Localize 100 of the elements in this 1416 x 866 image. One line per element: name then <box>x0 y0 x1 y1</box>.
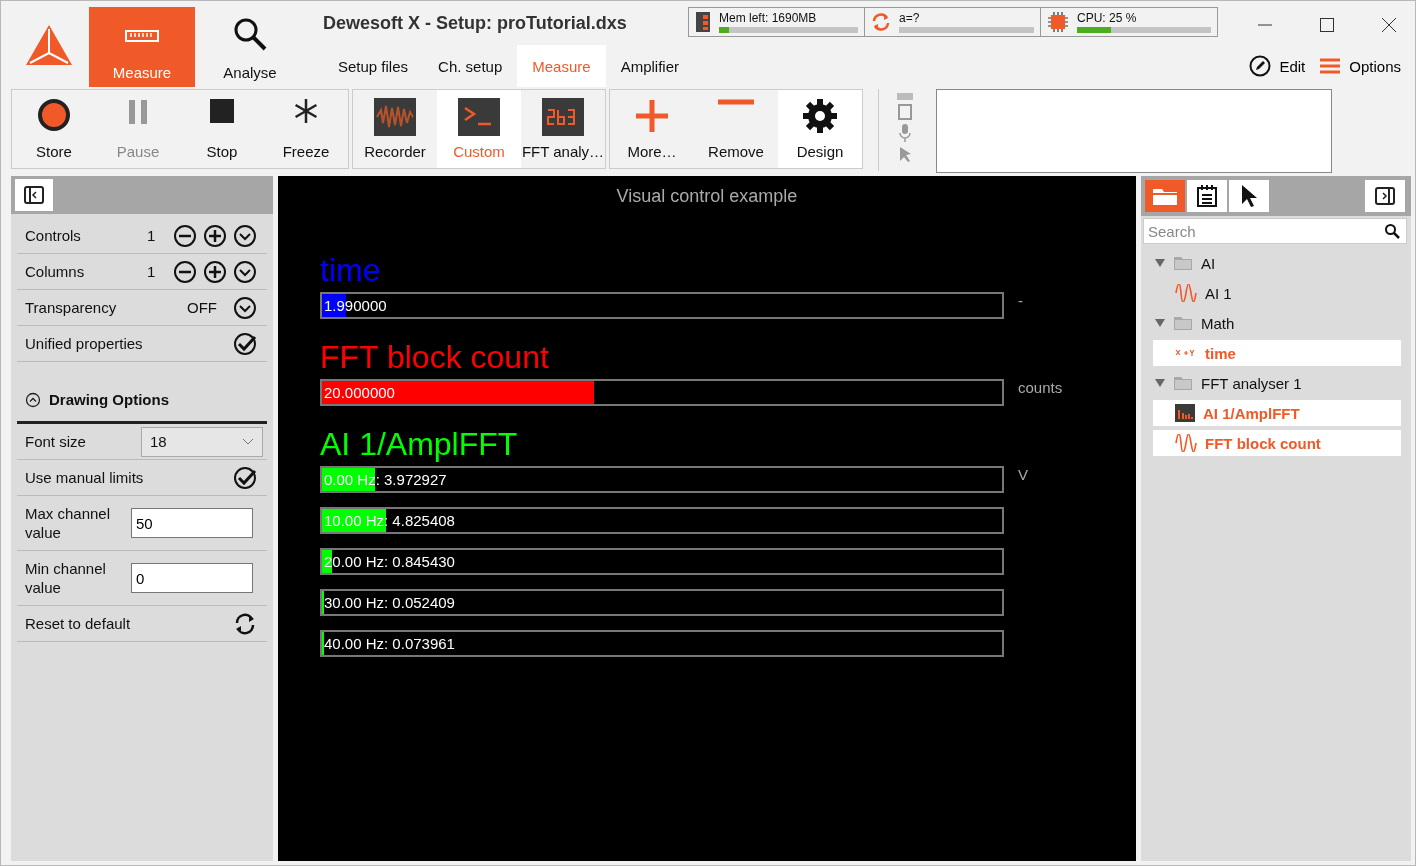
menu-icon <box>1319 57 1342 75</box>
toolbar-button[interactable]: FFT analy… <box>521 90 605 168</box>
property-label: Unified properties <box>25 334 144 353</box>
input-field[interactable]: 0 <box>131 563 253 593</box>
plus-circle-icon[interactable] <box>203 259 227 284</box>
side-tool-icons-drawing[interactable] <box>896 91 914 163</box>
property-value: 1 <box>147 263 157 280</box>
property-label: Transparency <box>25 298 118 317</box>
sidebar-collapse-icon <box>1375 187 1395 205</box>
toolbar-button[interactable]: Stop <box>180 90 264 168</box>
meter-label: CPU: 25 % <box>1077 11 1138 25</box>
folder-icon <box>1173 255 1193 271</box>
plus-circle-icon[interactable] <box>203 223 227 248</box>
tree-item[interactable]: AI <box>1153 250 1401 276</box>
spectrum-icon <box>1175 404 1195 422</box>
notepad-icon <box>1196 184 1218 208</box>
unit-label: V <box>1018 466 1028 483</box>
unit-label: counts <box>1018 379 1063 396</box>
collapse-chevron-icon[interactable] <box>25 391 41 408</box>
mode-button[interactable]: Analyse <box>197 7 303 87</box>
property-label: Use manual limits <box>25 468 145 487</box>
unit-label: - <box>1018 292 1023 309</box>
chip-icon <box>1047 11 1069 33</box>
property-label: Font size <box>25 432 87 451</box>
font-size-dropdown[interactable]: 18 <box>141 426 263 457</box>
tree-item[interactable]: AI 1 <box>1153 280 1401 306</box>
chevron-down-icon <box>242 437 254 446</box>
sidebar-collapse-icon <box>24 186 44 204</box>
property-label: Controls <box>25 226 82 245</box>
input-field[interactable]: 50 <box>131 508 253 538</box>
expand-triangle-icon[interactable] <box>1155 258 1165 268</box>
toolbar-button[interactable]: More… <box>610 90 694 168</box>
close-icon[interactable] <box>1381 17 1397 33</box>
channel-name: AI 1/AmplFFT <box>320 426 519 462</box>
digital-display-icon <box>542 98 584 136</box>
sine-wave-icon <box>1175 284 1197 302</box>
bar-value: 40.00 Hz: 0.073961 <box>324 634 455 653</box>
property-label: Max channel value <box>25 504 112 542</box>
cursor-icon <box>1240 184 1258 208</box>
tab[interactable]: Setup files <box>323 45 424 87</box>
property-label: Columns <box>25 262 86 281</box>
property-label: Min channel value <box>25 559 107 597</box>
window-title: Dewesoft X - Setup: proTutorial.dxs <box>323 12 628 34</box>
formula-icon <box>1175 347 1197 359</box>
toolbar-button[interactable]: Remove <box>694 90 778 168</box>
bar-value: 30.00 Hz: 0.052409 <box>324 593 455 612</box>
expand-triangle-icon[interactable] <box>1155 318 1165 328</box>
collapse-panel-button[interactable] <box>15 179 53 211</box>
search-icon <box>1384 223 1400 239</box>
reset-icon[interactable] <box>233 611 257 636</box>
channel-name: FFT block count <box>320 339 550 375</box>
header-action[interactable]: Options <box>1319 57 1401 75</box>
ruler-icon <box>125 30 159 42</box>
maximize-icon[interactable] <box>1319 17 1335 33</box>
chevron-circle-icon[interactable] <box>233 295 257 320</box>
chevron-circle-icon[interactable] <box>233 259 257 284</box>
bar-value: 20.000000 <box>324 383 395 402</box>
gear-icon <box>802 98 838 134</box>
memory-icon <box>695 11 711 33</box>
property-value: OFF <box>186 299 217 316</box>
property-value: 1 <box>147 227 157 244</box>
meter-label: a=? <box>899 11 921 25</box>
search-icon <box>232 16 268 52</box>
expand-triangle-icon[interactable] <box>1155 378 1165 388</box>
property-label: Reset to default <box>25 614 132 633</box>
tab[interactable]: Amplifier <box>605 45 694 87</box>
meter-label: Mem left: 1690MB <box>719 11 818 25</box>
minus-icon <box>718 98 754 106</box>
toolbar-button[interactable]: Store <box>12 90 96 168</box>
section-title: Drawing Options <box>49 391 169 408</box>
tab[interactable]: Ch. setup <box>423 45 518 87</box>
snowflake-icon <box>293 98 319 124</box>
terminal-icon <box>458 98 500 136</box>
pointer-tab[interactable] <box>1229 180 1269 212</box>
sync-icon <box>871 12 891 32</box>
sine-wave-icon <box>1175 434 1197 452</box>
waveform-icon <box>374 98 416 136</box>
toolbar-button[interactable]: Freeze <box>264 90 348 168</box>
plus-icon <box>634 98 670 134</box>
notes-tab[interactable] <box>1187 180 1227 212</box>
folder-icon <box>1173 315 1193 331</box>
chevron-circle-icon[interactable] <box>233 223 257 248</box>
tree-item[interactable]: FFT analyser 1 <box>1153 370 1401 396</box>
header-action[interactable]: Edit <box>1249 55 1306 77</box>
toolbar-button[interactable]: Design <box>778 90 862 168</box>
channel-name: time <box>320 252 382 288</box>
collapse-panel-button[interactable] <box>1365 180 1405 212</box>
toolbar-button[interactable]: Recorder <box>353 90 437 168</box>
search-field[interactable]: Search <box>1143 218 1407 244</box>
checkbox[interactable] <box>233 465 257 490</box>
minus-circle-icon[interactable] <box>173 223 197 248</box>
minus-circle-icon[interactable] <box>173 259 197 284</box>
record-icon <box>37 98 71 132</box>
folder-icon <box>1173 375 1193 391</box>
pause-icon <box>126 98 150 126</box>
pencil-icon <box>1249 55 1272 77</box>
display-title: Visual control example <box>615 185 799 208</box>
tree-item[interactable]: Math <box>1153 310 1401 336</box>
stop-icon <box>209 98 235 124</box>
checkbox[interactable] <box>233 331 257 356</box>
